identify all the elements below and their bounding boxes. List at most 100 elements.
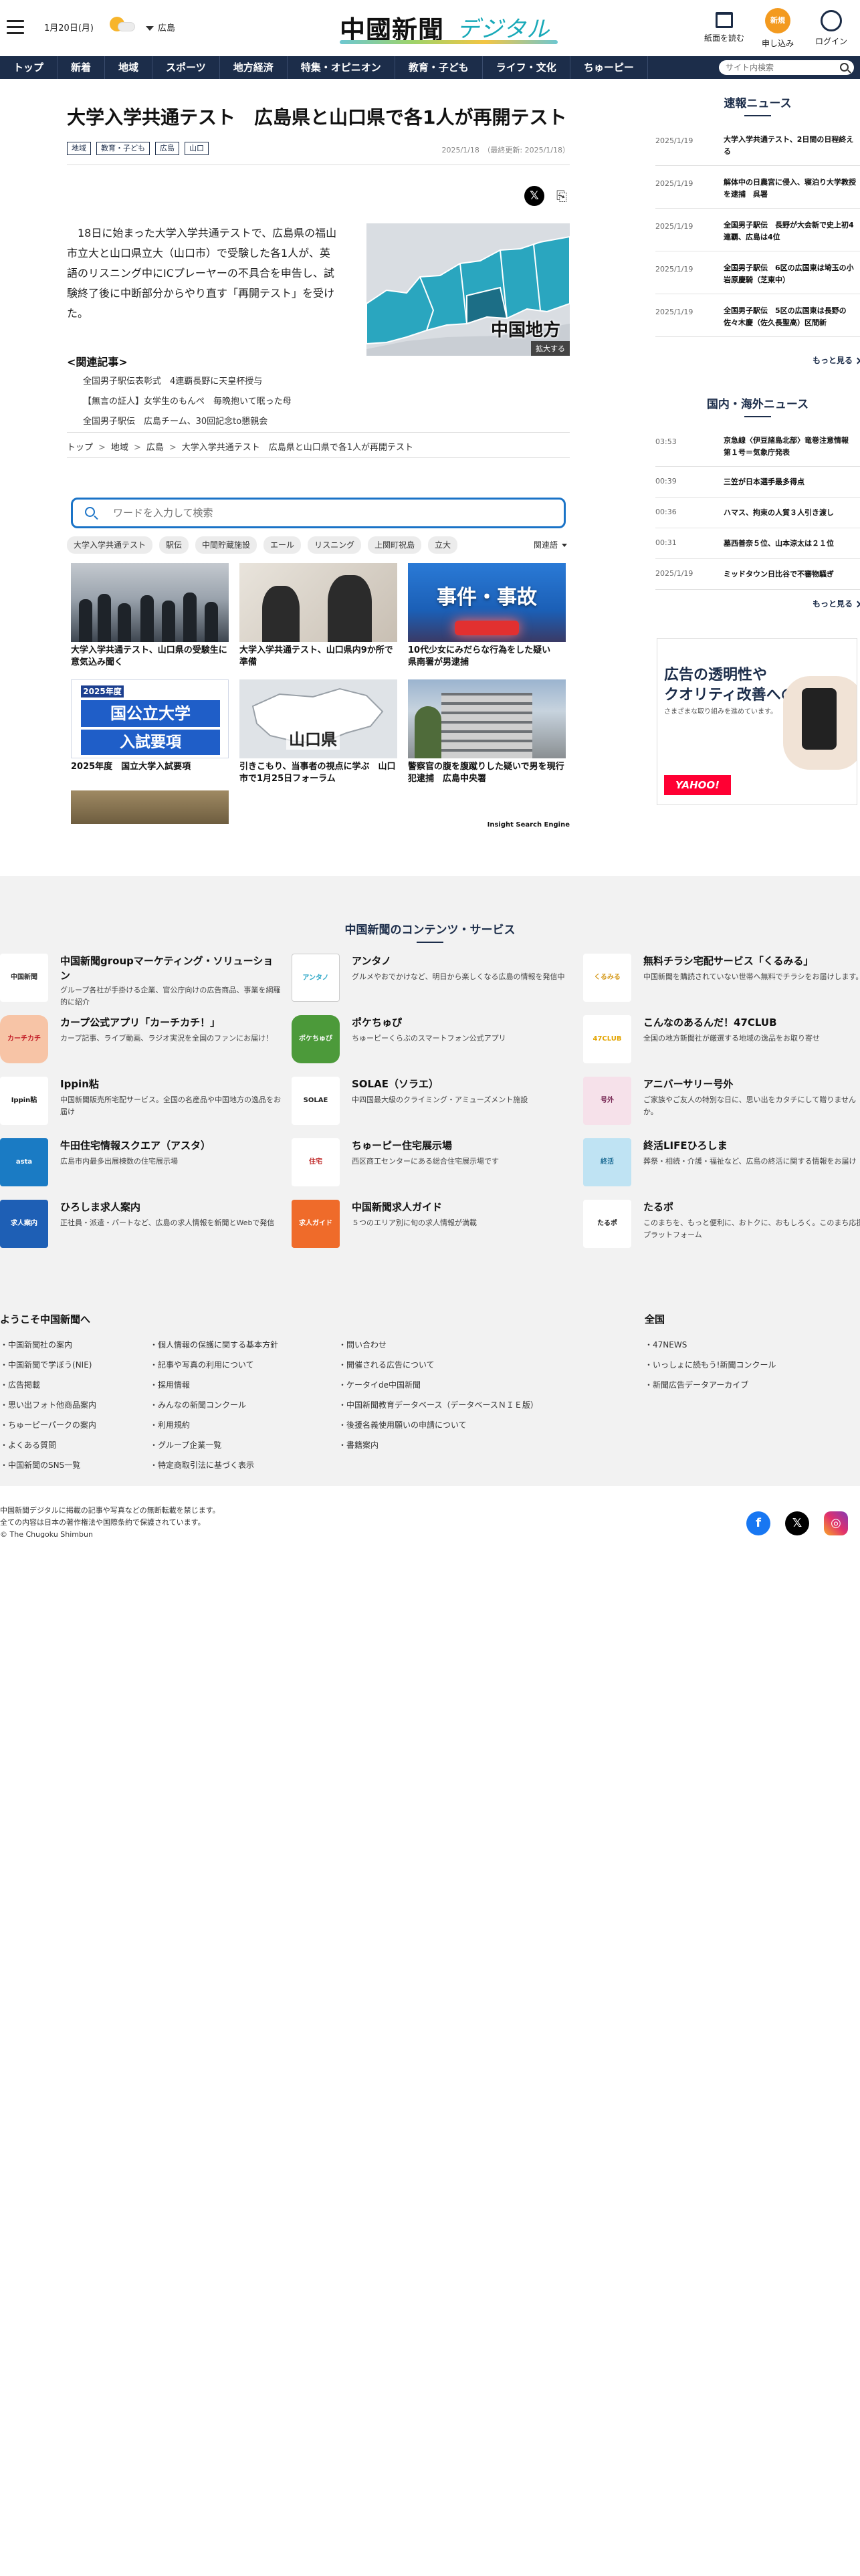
footer-link[interactable]: 開催される広告について (338, 1355, 538, 1375)
footer-link[interactable]: 中国新聞教育データベース（データベースＮＩＥ版） (338, 1395, 538, 1415)
footer-link[interactable]: ケータイde中国新聞 (338, 1375, 538, 1395)
search-icon[interactable] (840, 63, 849, 72)
facebook-icon[interactable]: f (746, 1511, 770, 1535)
news-item[interactable]: 2025/1/19 解体中の日農宮に侵入、寝泊り大学教授を逮捕 呉署 (655, 166, 860, 209)
related-link[interactable]: 全国男子駅伝 広島チーム、30回記念to懇親会 (83, 412, 292, 432)
article-map[interactable]: 中国地方 拡大する (366, 223, 570, 356)
read-paper-button[interactable]: 紙面を読む (701, 8, 748, 43)
login-button[interactable]: ログイン (808, 8, 855, 47)
footer-link[interactable]: 広告掲載 (0, 1375, 96, 1395)
service-item[interactable]: 住宅 ちゅーピー住宅展示場 西区商工センターにある総合住宅展示場です (292, 1133, 583, 1194)
ise-tag[interactable]: 中間貯蔵施設 (195, 536, 257, 554)
nav-item-sports[interactable]: スポーツ (152, 56, 220, 79)
footer-link[interactable]: みんなの新聞コンクール (150, 1395, 278, 1415)
ise-tag[interactable]: 立大 (428, 536, 458, 554)
service-item[interactable]: 中国新聞 中国新聞groupマーケティング・ソリューション グループ各社が手掛ける企… (0, 948, 292, 1010)
footer-link[interactable]: 新聞広告データアーカイブ (645, 1375, 776, 1395)
news-item[interactable]: 2025/1/19 全国男子駅伝 6区の広国東は埼玉の小岩原慶騎（芝東中） (655, 251, 860, 294)
footer-link[interactable]: 思い出フォト他商品案内 (0, 1395, 96, 1415)
x-share-icon[interactable]: 𝕏 (524, 186, 544, 206)
service-item[interactable]: asta 牛田住宅情報スクエア（アスタ） 広島市内最多出展棟数の住宅展示場 (0, 1133, 292, 1194)
footer-link[interactable]: 採用情報 (150, 1375, 278, 1395)
nav-item-education[interactable]: 教育・子ども (395, 56, 483, 79)
related-link[interactable]: 全国男子駅伝表彰式 4連覇長野に天皇杯授与 (83, 372, 292, 392)
service-item[interactable]: 求人ガイド 中国新聞求人ガイド ５つのエリア別に旬の求人情報が満載 (292, 1194, 583, 1256)
footer-link[interactable]: 個人情報の保護に関する基本方針 (150, 1335, 278, 1355)
ise-tag[interactable]: 駅伝 (159, 536, 189, 554)
news-item[interactable]: 2025/1/19 ミッドタウン日比谷で不審物騒ぎ (655, 559, 860, 590)
footer-link[interactable]: 47NEWS (645, 1335, 776, 1355)
ise-card[interactable]: 警察官の腹を腹蹴りした疑いで男を現行犯逮捕 広島中央署 (408, 679, 566, 790)
site-logo[interactable]: 中國新聞 デジタル (340, 8, 558, 47)
breadcrumb-item[interactable]: 地域 (111, 443, 128, 453)
footer-link[interactable]: 特定商取引法に基づく表示 (150, 1455, 278, 1475)
tag-yamaguchi[interactable]: 山口 (185, 142, 209, 155)
ise-tag[interactable]: リスニング (308, 536, 362, 554)
copy-link-icon[interactable]: ⎘ (554, 186, 570, 206)
service-item[interactable]: 終活 終活LIFEひろしま 葬祭・相続・介護・福祉など、広島の終活に関する情報をお届… (583, 1133, 860, 1194)
news-item[interactable]: 00:39 三笠が日本選手最多得点 (655, 467, 860, 498)
ise-search-input[interactable] (113, 505, 541, 521)
menu-icon[interactable] (7, 20, 24, 35)
x-icon[interactable]: 𝕏 (785, 1511, 809, 1535)
signup-button[interactable]: 新規 申し込み (754, 8, 801, 49)
service-item[interactable]: たるポ たるポ このまちを、もっと便利に、おトクに、おもしろく。このまち応援プラット… (583, 1194, 860, 1256)
news-item[interactable]: 2025/1/19 大学入学共通テスト、2日間の日程終える (655, 123, 860, 166)
related-link[interactable]: 【無言の証人】女学生のもんぺ 毎晩抱いて眠った母 (83, 392, 292, 412)
footer-link[interactable]: 利用規約 (150, 1415, 278, 1435)
news-item[interactable]: 03:53 京急線〈伊豆諸島北部〉竜巻注意情報 第１号＝気象庁発表 (655, 424, 860, 467)
nav-item-region[interactable]: 地域 (105, 56, 153, 79)
region-selector[interactable]: 広島 (146, 21, 175, 33)
site-search-input[interactable] (726, 60, 833, 75)
service-item[interactable]: ポケちゅぴ ポケちゅぴ ちゅーピーくらぶのスマートフォン公式アプリ (292, 1010, 583, 1071)
service-item[interactable]: くるみる 無料チラシ宅配サービス「くるみる」 中国新聞を購読されていない世帯へ無料で… (583, 948, 860, 1010)
service-item[interactable]: SOLAE SOLAE（ソラエ） 中四国最大級のクライミング・アミューズメント施設 (292, 1071, 583, 1133)
tag-education[interactable]: 教育・子ども (96, 142, 150, 155)
ise-card[interactable]: 2025年度 国公立大学 入試要項 2025年度 国立大学入試要項 (71, 679, 229, 790)
tag-hiroshima[interactable]: 広島 (155, 142, 179, 155)
zoom-button[interactable]: 拡大する (531, 341, 570, 356)
footer-link[interactable]: 中国新聞社の案内 (0, 1335, 96, 1355)
ad-banner[interactable]: 広告の透明性や クオリティ改善への さまざまな取り組みを進めています。 YAHO… (657, 638, 857, 805)
footer-link[interactable]: よくある質問 (0, 1435, 96, 1455)
service-item[interactable]: アンタノ アンタノ グルメやおでかけなど、明日から楽しくなる広島の情報を発信中 (292, 948, 583, 1010)
nav-item-new[interactable]: 新着 (58, 56, 106, 79)
tag-region[interactable]: 地域 (67, 142, 91, 155)
ise-card[interactable]: 大学入学共通テスト、山口県の受験生に意気込み聞く (71, 563, 229, 674)
service-item[interactable]: 求人案内 ひろしま求人案内 正社員・派遣・パートなど、広島の求人情報を新聞とWebで… (0, 1194, 292, 1256)
breadcrumb-item[interactable]: 広島 (146, 443, 164, 453)
service-item[interactable]: 号外 アニバーサリー号外 ご家族やご友人の特別な日に、思い出をカタチにして贈りません… (583, 1071, 860, 1133)
ise-tag[interactable]: 上関町祝島 (368, 536, 422, 554)
ise-tag[interactable]: 大学入学共通テスト (67, 536, 153, 554)
footer-link[interactable]: 問い合わせ (338, 1335, 538, 1355)
nav-item-economy[interactable]: 地方経済 (220, 56, 288, 79)
ise-card[interactable]: 事件・事故 10代少女にみだらな行為をした疑い 県南署が男逮捕 (408, 563, 566, 674)
ise-card-partial[interactable] (71, 790, 229, 824)
footer-link[interactable]: 中国新聞のSNS一覧 (0, 1455, 96, 1475)
ise-tag[interactable]: エール (263, 536, 302, 554)
nav-item-chupy[interactable]: ちゅーピー (570, 56, 648, 79)
ise-card[interactable]: 山口県 引きこもり、当事者の視点に学ぶ 山口市で1月25日フォーラム (239, 679, 397, 790)
intl-more-link[interactable]: もっと見る (813, 598, 860, 609)
news-item[interactable]: 2025/1/19 全国男子駅伝 長野が大会新で史上初4連覇、広島は4位 (655, 209, 860, 251)
footer-link[interactable]: いっしょに読もう!新聞コンクール (645, 1355, 776, 1375)
footer-link[interactable]: 書籍案内 (338, 1435, 538, 1455)
service-item[interactable]: 47CLUB こんなのあるんだ！47CLUB 全国の地方新聞社が厳選する地域の逸品を… (583, 1010, 860, 1071)
service-item[interactable]: カーチカチ カープ公式アプリ「カーチカチ！」 カープ記事、ライブ動画、ラジオ実況を全… (0, 1010, 292, 1071)
news-item[interactable]: 00:31 墓西善奈５位、山本涼太は２１位 (655, 528, 860, 559)
footer-link[interactable]: グループ企業一覧 (150, 1435, 278, 1455)
news-item[interactable]: 2025/1/19 全国男子駅伝 5区の広国東は長野の佐々木慶（佐久長聖高）区間新 (655, 294, 860, 337)
footer-link[interactable]: ちゅーピーパークの案内 (0, 1415, 96, 1435)
nav-item-life[interactable]: ライフ・文化 (483, 56, 570, 79)
footer-link[interactable]: 記事や写真の利用について (150, 1355, 278, 1375)
instagram-icon[interactable]: ◎ (824, 1511, 848, 1535)
news-item[interactable]: 00:36 ハマス、拘束の人質３人引き渡し (655, 498, 860, 528)
service-item[interactable]: Ippin粘 Ippin粘 中国新聞販売所宅配サービス。全国の名産品や中国地方の逸品… (0, 1071, 292, 1133)
nav-item-opinion[interactable]: 特集・オピニオン (288, 56, 395, 79)
ise-related-dropdown[interactable]: 関連語 (525, 536, 570, 554)
nav-item-top[interactable]: トップ (0, 56, 58, 79)
breadcrumb-item[interactable]: トップ (67, 443, 93, 453)
breaking-more-link[interactable]: もっと見る (813, 354, 860, 366)
footer-link[interactable]: 後援名義使用願いの申請について (338, 1415, 538, 1435)
footer-link[interactable]: 中国新聞で学ぼう(NIE) (0, 1355, 96, 1375)
